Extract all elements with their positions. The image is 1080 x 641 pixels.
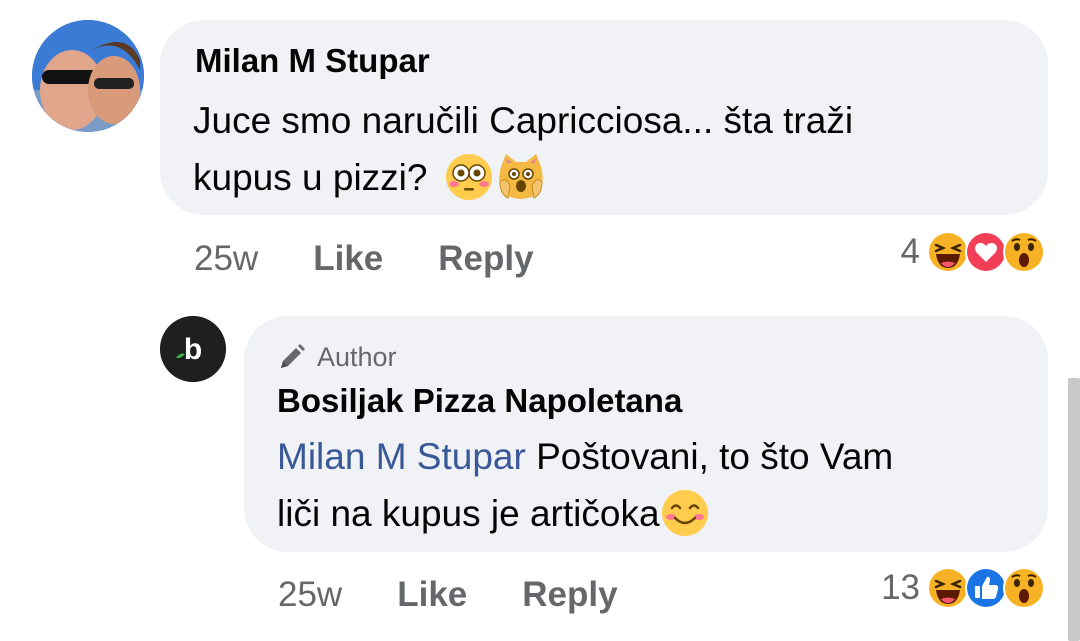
comment-actions: 25w Like Reply [194, 236, 589, 282]
scrollbar[interactable] [1068, 378, 1080, 641]
reaction-summary[interactable]: 13 [881, 566, 1046, 610]
reply-timestamp[interactable]: 25w [278, 575, 342, 615]
comment-timestamp[interactable]: 25w [194, 239, 258, 279]
like-button[interactable]: Like [313, 239, 383, 279]
author-badge-label: Author [317, 341, 397, 372]
comment-author-name[interactable]: Milan M Stupar [195, 42, 430, 80]
reply-author-name[interactable]: Bosiljak Pizza Napoletana [277, 382, 682, 420]
comment-text-line1: Juce smo naručili Capricciosa... šta tra… [193, 100, 854, 141]
pencil-icon [281, 344, 305, 368]
reply-bubble: Author Bosiljak Pizza Napoletana Milan M… [244, 316, 1048, 552]
author-badge: Author [277, 340, 397, 374]
svg-text:b: b [184, 333, 202, 366]
weary-cat-icon [499, 154, 543, 200]
smiling-face-icon [661, 490, 708, 537]
reply-text-line1: Poštovani, to što Vam [525, 436, 894, 477]
like-button[interactable]: Like [397, 575, 467, 615]
avatar-bosiljak[interactable]: b [160, 316, 226, 382]
reply-button[interactable]: Reply [438, 239, 533, 279]
reaction-summary[interactable]: 4 [901, 230, 1046, 274]
reply-text: Milan M Stupar Poštovani, to što Vam lič… [277, 428, 1037, 542]
wow-icon [1003, 231, 1045, 273]
flushed-face-icon [445, 154, 492, 201]
avatar-milan[interactable] [32, 20, 144, 132]
mention-link[interactable]: Milan M Stupar [277, 436, 526, 477]
comment-text-line2: kupus u pizzi? [193, 157, 428, 198]
reaction-count: 13 [881, 568, 920, 607]
comment-bubble: Milan M Stupar Juce smo naručili Capricc… [160, 20, 1048, 215]
comment-text: Juce smo naručili Capricciosa... šta tra… [193, 92, 1033, 206]
reply-button[interactable]: Reply [522, 575, 617, 615]
reply-text-line2: liči na kupus je artičoka [277, 493, 660, 534]
reaction-count: 4 [900, 232, 920, 271]
reply-actions: 25w Like Reply [278, 572, 673, 618]
wow-icon [1003, 567, 1045, 609]
